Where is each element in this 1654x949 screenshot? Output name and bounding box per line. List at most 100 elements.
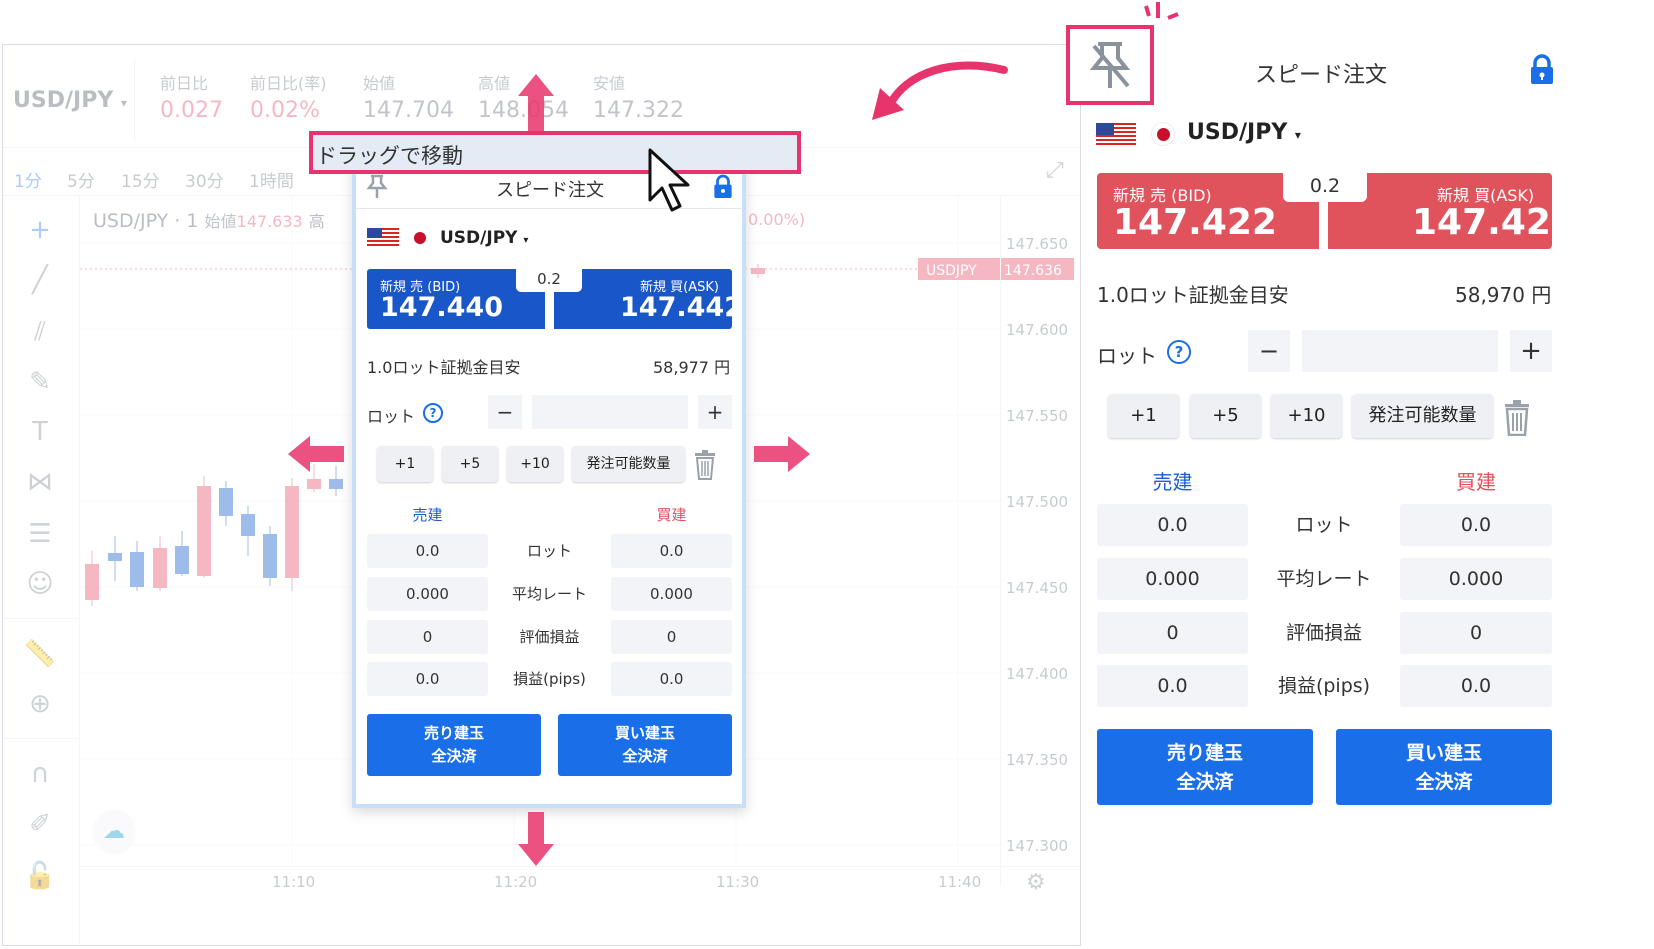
- close-all-sell-button[interactable]: 売り建玉 全決済: [1097, 729, 1313, 805]
- float-row-label-pips: 損益(pips): [513, 670, 586, 688]
- sell-lot-value: 0.0: [1097, 504, 1248, 546]
- row-label-pnl: 評価損益: [1285, 622, 1362, 644]
- stat-value: 147.704: [363, 98, 454, 123]
- buy-avg-rate-value: 0.000: [1400, 558, 1552, 600]
- drag-hint-text: ドラッグで移動: [316, 144, 463, 168]
- fib-icon[interactable]: ☰: [22, 516, 58, 552]
- stat-label: 高値: [478, 74, 511, 93]
- pencil-lock-icon[interactable]: ✐: [22, 806, 58, 842]
- float-lot-increment-button[interactable]: +: [698, 395, 732, 429]
- y-tick: 147.400: [1006, 665, 1069, 683]
- zoom-icon[interactable]: ⊕: [22, 686, 58, 722]
- pin-icon[interactable]: [366, 174, 388, 200]
- float-max-quantity-button[interactable]: 発注可能数量: [572, 446, 685, 482]
- pair-selector[interactable]: USD/JPY ▾: [1187, 120, 1301, 145]
- y-tick: 147.350: [1006, 751, 1069, 769]
- quick-add-5-button[interactable]: +5: [1190, 394, 1261, 438]
- jp-flag-icon: [1151, 122, 1175, 146]
- float-panel-title: スピード注文: [496, 180, 604, 201]
- line-icon[interactable]: ╱: [22, 262, 58, 298]
- lot-increment-button[interactable]: +: [1510, 330, 1552, 372]
- settings-icon[interactable]: ⚙: [1026, 870, 1046, 895]
- brush-icon[interactable]: ✎: [22, 364, 58, 400]
- float-close-all-buy-button[interactable]: 買い建玉 全決済: [558, 714, 732, 776]
- y-tick: 147.300: [1006, 837, 1069, 855]
- price-axis-divider: [1000, 196, 1001, 886]
- float-quick-add-10-button[interactable]: +10: [507, 446, 563, 482]
- lot-input[interactable]: [1302, 330, 1498, 372]
- float-margin-value: 58,977 円: [653, 358, 731, 377]
- float-quick-add-1-button[interactable]: +1: [377, 446, 433, 482]
- max-quantity-button[interactable]: 発注可能数量: [1352, 394, 1493, 438]
- row-label-avg-rate: 平均レート: [1276, 568, 1372, 590]
- text-icon[interactable]: T: [22, 414, 58, 450]
- row-label-pips: 損益(pips): [1277, 675, 1371, 697]
- float-margin-label: 1.0ロット証拠金目安: [367, 358, 521, 377]
- float-spread-badge: 0.2: [516, 266, 582, 292]
- float-row-label-avg-rate: 平均レート: [511, 585, 587, 603]
- float-sell-pips-value: 0.0: [367, 662, 488, 696]
- channel-icon[interactable]: ⫽: [22, 314, 58, 350]
- float-buy-pnl-value: 0: [611, 620, 732, 654]
- divider: [4, 618, 78, 619]
- resize-down-arrow-icon: [518, 812, 554, 866]
- float-pair-selector[interactable]: USD/JPY ▾: [440, 228, 528, 248]
- help-icon[interactable]: ?: [1167, 340, 1191, 364]
- x-tick: 11:40: [938, 873, 982, 891]
- panel-title: スピード注文: [1255, 63, 1388, 88]
- float-sell-pnl-value: 0: [367, 620, 488, 654]
- ruler-icon[interactable]: 📏: [22, 636, 58, 672]
- us-flag-icon: [367, 228, 399, 248]
- buy-column-header: 買建: [1456, 470, 1496, 494]
- x-tick: 11:10: [272, 873, 316, 891]
- float-lot-decrement-button[interactable]: −: [488, 395, 522, 429]
- pattern-icon[interactable]: ⋈: [22, 464, 58, 500]
- chart-symbol-selector[interactable]: USD/JPY ▾: [13, 88, 127, 113]
- expand-icon[interactable]: ⤢: [1046, 158, 1064, 183]
- margin-value: 58,970 円: [1455, 283, 1552, 307]
- float-row-label-lot: ロット: [526, 542, 572, 560]
- trash-icon[interactable]: [1502, 400, 1532, 436]
- tab-timeframe-30m[interactable]: 30分: [185, 167, 224, 192]
- smile-icon[interactable]: ☺: [22, 566, 58, 602]
- sell-column-header: 売建: [1152, 470, 1193, 494]
- float-sell-avg-rate-value: 0.000: [367, 577, 488, 611]
- buy-pips-value: 0.0: [1400, 665, 1552, 707]
- trash-icon[interactable]: [693, 450, 717, 480]
- buy-lot-value: 0.0: [1400, 504, 1552, 546]
- tab-timeframe-1h[interactable]: 1時間: [249, 167, 294, 192]
- close-all-buy-button[interactable]: 買い建玉 全決済: [1336, 729, 1552, 805]
- quick-add-1-button[interactable]: +1: [1108, 394, 1179, 438]
- float-buy-column-header: 買建: [656, 506, 687, 524]
- lot-decrement-button[interactable]: −: [1248, 330, 1290, 372]
- unlock-icon[interactable]: 🔓: [22, 858, 58, 894]
- y-tick: 147.500: [1006, 493, 1069, 511]
- float-lot-input[interactable]: [532, 395, 688, 429]
- y-tick: 147.650: [1006, 235, 1069, 253]
- y-tick: 147.600: [1006, 321, 1069, 339]
- lock-icon[interactable]: [712, 174, 734, 200]
- float-close-all-sell-button[interactable]: 売り建玉 全決済: [367, 714, 541, 776]
- float-buy-lot-value: 0.0: [611, 534, 732, 568]
- resize-left-arrow-icon: [288, 436, 344, 472]
- cursor-icon: [648, 148, 690, 212]
- sell-avg-rate-value: 0.000: [1097, 558, 1248, 600]
- help-icon[interactable]: ?: [423, 403, 443, 423]
- tab-timeframe-15m[interactable]: 15分: [121, 167, 160, 192]
- crosshair-icon[interactable]: +: [22, 212, 58, 248]
- y-tick: 147.450: [1006, 579, 1069, 597]
- quick-add-10-button[interactable]: +10: [1271, 394, 1342, 438]
- unpin-icon[interactable]: [1088, 40, 1132, 92]
- lock-icon[interactable]: [1528, 54, 1556, 86]
- float-sell-column-header: 売建: [412, 506, 443, 524]
- float-quick-add-5-button[interactable]: +5: [442, 446, 498, 482]
- tab-timeframe-5m[interactable]: 5分: [67, 167, 95, 192]
- floating-speed-order-panel[interactable]: [352, 162, 746, 808]
- click-spark-icon: [1144, 2, 1179, 20]
- stat-label: 始値: [363, 74, 396, 93]
- tab-timeframe-1m[interactable]: 1分: [14, 167, 42, 192]
- resize-up-arrow-icon: [518, 74, 554, 132]
- stat-value: 0.027: [160, 98, 223, 123]
- lot-label: ロット: [1097, 344, 1157, 368]
- magnet-icon[interactable]: ∩: [22, 756, 58, 792]
